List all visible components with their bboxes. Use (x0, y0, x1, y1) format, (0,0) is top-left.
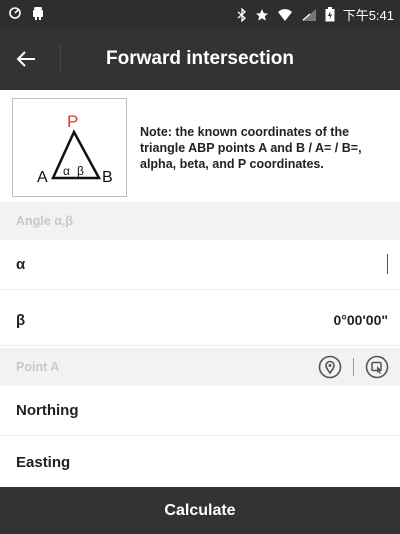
app-bar: Forward intersection (0, 28, 400, 90)
note-area: P A B α β Note: the known coordinates of… (0, 90, 400, 202)
point-p-label: P (67, 112, 78, 131)
location-pin-icon (318, 355, 342, 379)
beta-field-label: β (16, 312, 26, 329)
section-header-angle: Angle α,β (0, 202, 400, 240)
beta-field-value: 0°00'00" (333, 312, 389, 328)
point-a-actions (317, 354, 390, 380)
signal-icon (301, 7, 317, 23)
android-icon (32, 5, 44, 21)
divider (353, 358, 354, 376)
text-cursor (387, 254, 388, 274)
alpha-label: α (63, 164, 70, 178)
location-pin-button[interactable] (317, 354, 343, 380)
bluetooth-icon (237, 7, 247, 23)
triangle-diagram: P A B α β (12, 98, 127, 197)
select-point-icon (365, 355, 389, 379)
battery-icon (325, 7, 335, 23)
section-header-point-a: Point A (0, 348, 400, 386)
status-time: 下午5:41 (342, 8, 394, 23)
northing-field-label: Northing (16, 402, 79, 419)
alpha-field[interactable]: α (0, 240, 400, 290)
page-title: Forward intersection (106, 48, 294, 69)
select-point-button[interactable] (364, 354, 390, 380)
section-header-label: Point A (16, 360, 60, 374)
alpha-field-label: α (16, 256, 26, 273)
sync-icon (8, 5, 22, 21)
section-header-label: Angle α,β (16, 214, 73, 228)
point-a-label: A (37, 169, 48, 186)
star-icon (255, 7, 269, 23)
beta-field[interactable]: β 0°00'00" (0, 296, 400, 346)
easting-field-label: Easting (16, 454, 71, 471)
point-b-label: B (102, 169, 113, 186)
northing-field[interactable]: Northing (0, 386, 400, 436)
status-bar: 下午5:41 (0, 0, 400, 28)
calculate-button[interactable]: Calculate (0, 487, 400, 534)
easting-field[interactable]: Easting (0, 438, 400, 487)
wifi-icon (277, 7, 293, 23)
beta-label: β (77, 164, 84, 178)
note-text: Note: the known coordinates of the trian… (140, 125, 362, 171)
